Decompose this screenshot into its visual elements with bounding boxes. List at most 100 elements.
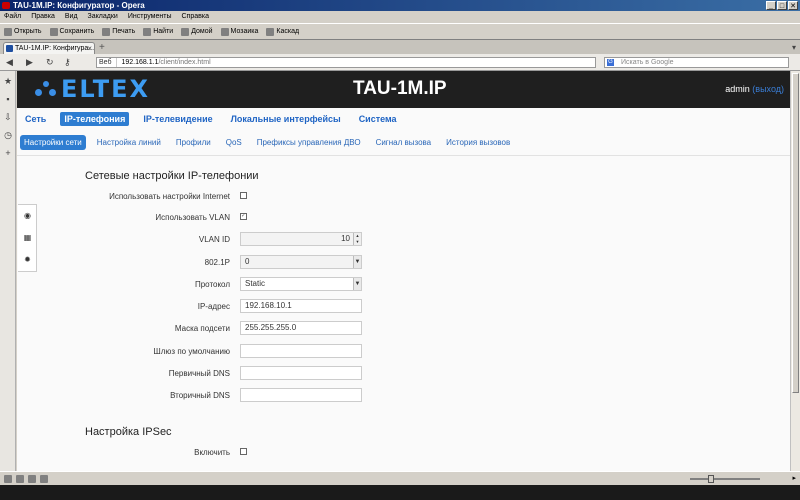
main-nav: Сеть IP-телефония IP-телевидение Локальн… (21, 111, 401, 126)
panel-toggle-icon[interactable] (4, 475, 12, 483)
scrollbar-thumb[interactable] (792, 73, 799, 393)
vlan-id-input[interactable]: 10 ▲ ▼ (240, 232, 362, 246)
zoom-slider[interactable] (690, 475, 760, 483)
url-host: 192.168.1.1 (121, 59, 159, 66)
chevron-down-icon: ▼ (353, 278, 361, 290)
nav-system[interactable]: Система (355, 112, 401, 126)
minimize-button[interactable]: _ (766, 1, 776, 10)
history-icon[interactable]: ◷ (4, 131, 12, 140)
subnav-network-settings[interactable]: Настройки сети (20, 134, 86, 150)
favicon-icon (6, 45, 13, 52)
find-label: Найти (153, 28, 174, 35)
url-field[interactable]: Веб 192.168.1.1 /client/index.html (96, 57, 596, 68)
print-label: Печать (112, 28, 136, 35)
subnav-ring-signal[interactable]: Сигнал вызова (372, 135, 436, 150)
print-button[interactable]: Печать (102, 27, 136, 36)
menu-bar: Файл Правка Вид Закладки Инструменты Спр… (0, 11, 800, 23)
page-scrollbar[interactable] (790, 71, 800, 471)
open-button[interactable]: Открыть (4, 27, 42, 36)
eltex-header: ELTEX TAU-1M.IP admin (выход) (17, 71, 790, 108)
forward-icon[interactable]: ▶ (26, 57, 33, 68)
menu-view[interactable]: Вид (65, 11, 78, 23)
turbo-icon[interactable] (16, 475, 24, 483)
device-name: TAU-1M.IP (353, 78, 447, 99)
nav-local-interfaces[interactable]: Локальные интерфейсы (227, 112, 345, 126)
nav-divider (17, 155, 790, 156)
protocol-select[interactable]: Static ▼ (240, 277, 362, 291)
mask-input[interactable]: 255.255.255.0 (240, 321, 362, 335)
close-button[interactable]: ✕ (788, 1, 798, 10)
search-icon (143, 27, 152, 36)
username: admin (725, 84, 750, 94)
web-badge: Веб (99, 58, 117, 67)
tile-button[interactable]: Мозаика (220, 27, 258, 36)
gateway-input[interactable] (240, 344, 362, 358)
maximize-button[interactable]: □ (777, 1, 787, 10)
grid-icon[interactable]: ▦ (23, 233, 32, 242)
tab-list-icon[interactable]: ▾ (792, 43, 796, 52)
add-panel-icon[interactable]: + (4, 149, 12, 158)
subnav-profiles[interactable]: Профили (172, 135, 215, 150)
zoom-reset-icon[interactable]: ▸ (792, 474, 796, 482)
window-title: TAU-1M.IP: Конфигуратор - Opera (13, 1, 145, 10)
menu-bookmarks[interactable]: Закладки (88, 11, 118, 23)
ip-label: IP-адрес (197, 302, 230, 311)
find-button[interactable]: Найти (143, 27, 174, 36)
spin-arrows-icon[interactable]: ▲ ▼ (353, 233, 361, 245)
browser-toolbar: Открыть Сохранить Печать Найти Домой Моз… (0, 23, 800, 40)
printer-icon (102, 27, 111, 36)
eye-icon[interactable]: ◉ (23, 211, 32, 220)
nav-network[interactable]: Сеть (21, 112, 50, 126)
image-icon[interactable] (28, 475, 36, 483)
open-label: Открыть (14, 28, 42, 35)
dns2-label: Вторичный DNS (170, 391, 230, 400)
ipsec-enable-checkbox[interactable] (240, 448, 247, 455)
gear-icon[interactable]: ✹ (23, 255, 32, 264)
nav-iptv[interactable]: IP-телевидение (139, 112, 216, 126)
view-icon[interactable] (40, 475, 48, 483)
p8021-label: 802.1P (204, 258, 230, 267)
close-tab-icon[interactable]: × (87, 43, 92, 54)
star-icon[interactable]: ★ (4, 77, 12, 86)
home-label: Домой (191, 28, 213, 35)
tab-bar: TAU-1M.IP: Конфигура... × + ▾ (0, 40, 800, 54)
back-icon[interactable]: ◀ (6, 57, 13, 68)
key-icon[interactable]: ⚷ (64, 57, 71, 68)
p8021-select[interactable]: 0 ▼ (240, 255, 362, 269)
chevron-down-icon: ▼ (353, 256, 361, 268)
dns2-input[interactable] (240, 388, 362, 402)
use-internet-label: Использовать настройки Internet (109, 192, 230, 201)
subnav-call-history[interactable]: История вызовов (442, 135, 514, 150)
dns1-label: Первичный DNS (168, 369, 230, 378)
home-button[interactable]: Домой (181, 27, 213, 36)
menu-file[interactable]: Файл (4, 11, 21, 23)
logout-link[interactable]: (выход) (752, 84, 784, 94)
folder-icon (4, 27, 12, 36)
subnav-qos[interactable]: QoS (222, 135, 246, 150)
p8021-value: 0 (245, 257, 250, 266)
search-field[interactable]: G Искать в Google (604, 57, 789, 68)
url-path: /client/index.html (158, 59, 211, 66)
notes-icon[interactable]: ▪ (4, 95, 12, 104)
side-panel: ★ ▪ ⇩ ◷ + (0, 71, 16, 471)
subnav-lines[interactable]: Настройка линий (93, 135, 165, 150)
menu-edit[interactable]: Правка (31, 11, 55, 23)
browser-tab[interactable]: TAU-1M.IP: Конфигура... × (3, 42, 95, 54)
save-label: Сохранить (59, 28, 95, 35)
zoom-knob[interactable] (708, 475, 714, 483)
subnav-service-prefixes[interactable]: Префиксы управления ДВО (253, 135, 365, 150)
cascade-button[interactable]: Каскад (266, 27, 299, 36)
vlan-id-label: VLAN ID (198, 235, 230, 244)
ip-input[interactable]: 192.168.10.1 (240, 299, 362, 313)
reload-icon[interactable]: ↻ (46, 57, 54, 68)
download-icon[interactable]: ⇩ (4, 113, 12, 122)
dns1-input[interactable] (240, 366, 362, 380)
new-tab-icon[interactable]: + (99, 43, 105, 53)
save-button[interactable]: Сохранить (49, 27, 95, 36)
nav-ip-telephony[interactable]: IP-телефония (60, 111, 130, 126)
menu-tools[interactable]: Инструменты (128, 11, 172, 23)
use-vlan-checkbox[interactable]: ✓ (240, 213, 247, 220)
use-internet-checkbox[interactable] (240, 192, 247, 199)
window-titlebar: TAU-1M.IP: Конфигуратор - Opera _ □ ✕ (0, 0, 800, 11)
menu-help[interactable]: Справка (182, 11, 209, 23)
